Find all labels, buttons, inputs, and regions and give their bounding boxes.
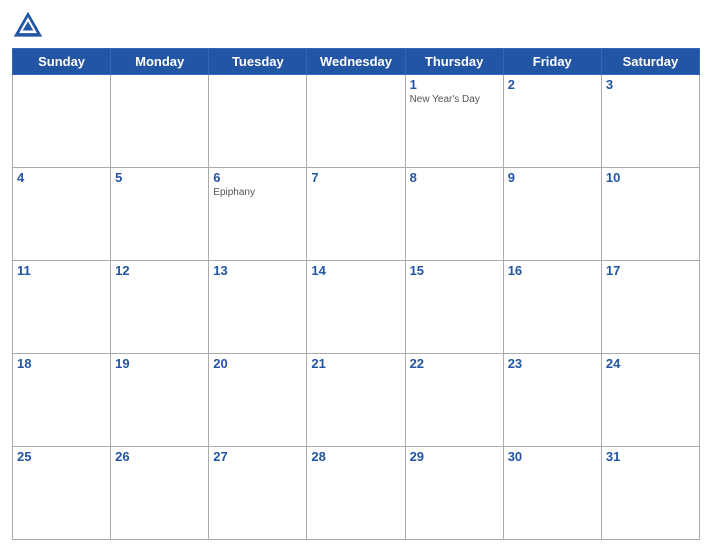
weekday-header-monday: Monday (111, 49, 209, 75)
header (12, 10, 700, 42)
day-number: 1 (410, 77, 499, 92)
day-number: 29 (410, 449, 499, 464)
day-number: 20 (213, 356, 302, 371)
day-cell: 13 (209, 261, 307, 354)
day-cell: 27 (209, 447, 307, 540)
day-number: 8 (410, 170, 499, 185)
day-cell: 4 (13, 168, 111, 261)
day-cell (13, 75, 111, 168)
weekday-header-friday: Friday (503, 49, 601, 75)
week-row-3: 11 12 13 14 15 16 17 (13, 261, 700, 354)
weekday-header-tuesday: Tuesday (209, 49, 307, 75)
logo (12, 10, 48, 42)
day-cell: 11 (13, 261, 111, 354)
day-number: 25 (17, 449, 106, 464)
day-number: 7 (311, 170, 400, 185)
day-cell: 9 (503, 168, 601, 261)
calendar-table: SundayMondayTuesdayWednesdayThursdayFrid… (12, 48, 700, 540)
day-cell: 26 (111, 447, 209, 540)
day-number: 24 (606, 356, 695, 371)
day-number: 28 (311, 449, 400, 464)
day-number: 23 (508, 356, 597, 371)
day-number: 17 (606, 263, 695, 278)
day-cell: 21 (307, 354, 405, 447)
week-row-1: 1 New Year's Day 23 (13, 75, 700, 168)
day-number: 5 (115, 170, 204, 185)
weekday-header-row: SundayMondayTuesdayWednesdayThursdayFrid… (13, 49, 700, 75)
day-cell: 3 (601, 75, 699, 168)
day-cell (209, 75, 307, 168)
day-number: 30 (508, 449, 597, 464)
week-row-4: 18 19 20 21 22 23 24 (13, 354, 700, 447)
day-cell (111, 75, 209, 168)
week-row-5: 25 26 27 28 29 30 31 (13, 447, 700, 540)
weekday-header-thursday: Thursday (405, 49, 503, 75)
day-number: 12 (115, 263, 204, 278)
day-cell: 23 (503, 354, 601, 447)
day-cell: 18 (13, 354, 111, 447)
day-number: 21 (311, 356, 400, 371)
day-cell: 16 (503, 261, 601, 354)
day-number: 15 (410, 263, 499, 278)
day-cell: 12 (111, 261, 209, 354)
day-number: 16 (508, 263, 597, 278)
day-cell: 24 (601, 354, 699, 447)
day-cell: 10 (601, 168, 699, 261)
day-number: 3 (606, 77, 695, 92)
day-number: 13 (213, 263, 302, 278)
weekday-header-sunday: Sunday (13, 49, 111, 75)
day-cell: 30 (503, 447, 601, 540)
day-cell: 8 (405, 168, 503, 261)
day-cell: 19 (111, 354, 209, 447)
day-cell: 5 (111, 168, 209, 261)
day-number: 9 (508, 170, 597, 185)
day-cell: 28 (307, 447, 405, 540)
day-number: 27 (213, 449, 302, 464)
day-cell: 14 (307, 261, 405, 354)
day-cell (307, 75, 405, 168)
day-cell: 22 (405, 354, 503, 447)
day-number: 2 (508, 77, 597, 92)
day-cell: 7 (307, 168, 405, 261)
day-cell: 29 (405, 447, 503, 540)
weekday-header-wednesday: Wednesday (307, 49, 405, 75)
day-number: 19 (115, 356, 204, 371)
day-cell: 6 Epiphany (209, 168, 307, 261)
day-cell: 17 (601, 261, 699, 354)
day-number: 10 (606, 170, 695, 185)
logo-icon (12, 10, 44, 42)
day-number: 18 (17, 356, 106, 371)
holiday-label: Epiphany (213, 187, 302, 198)
day-number: 26 (115, 449, 204, 464)
day-cell: 15 (405, 261, 503, 354)
day-number: 4 (17, 170, 106, 185)
day-number: 11 (17, 263, 106, 278)
day-number: 6 (213, 170, 302, 185)
holiday-label: New Year's Day (410, 94, 499, 105)
day-number: 22 (410, 356, 499, 371)
calendar-container: SundayMondayTuesdayWednesdayThursdayFrid… (0, 0, 712, 550)
day-cell: 1 New Year's Day (405, 75, 503, 168)
week-row-2: 456 Epiphany 789 10 (13, 168, 700, 261)
day-cell: 25 (13, 447, 111, 540)
weekday-header-saturday: Saturday (601, 49, 699, 75)
day-number: 14 (311, 263, 400, 278)
day-cell: 2 (503, 75, 601, 168)
day-cell: 31 (601, 447, 699, 540)
day-number: 31 (606, 449, 695, 464)
day-cell: 20 (209, 354, 307, 447)
